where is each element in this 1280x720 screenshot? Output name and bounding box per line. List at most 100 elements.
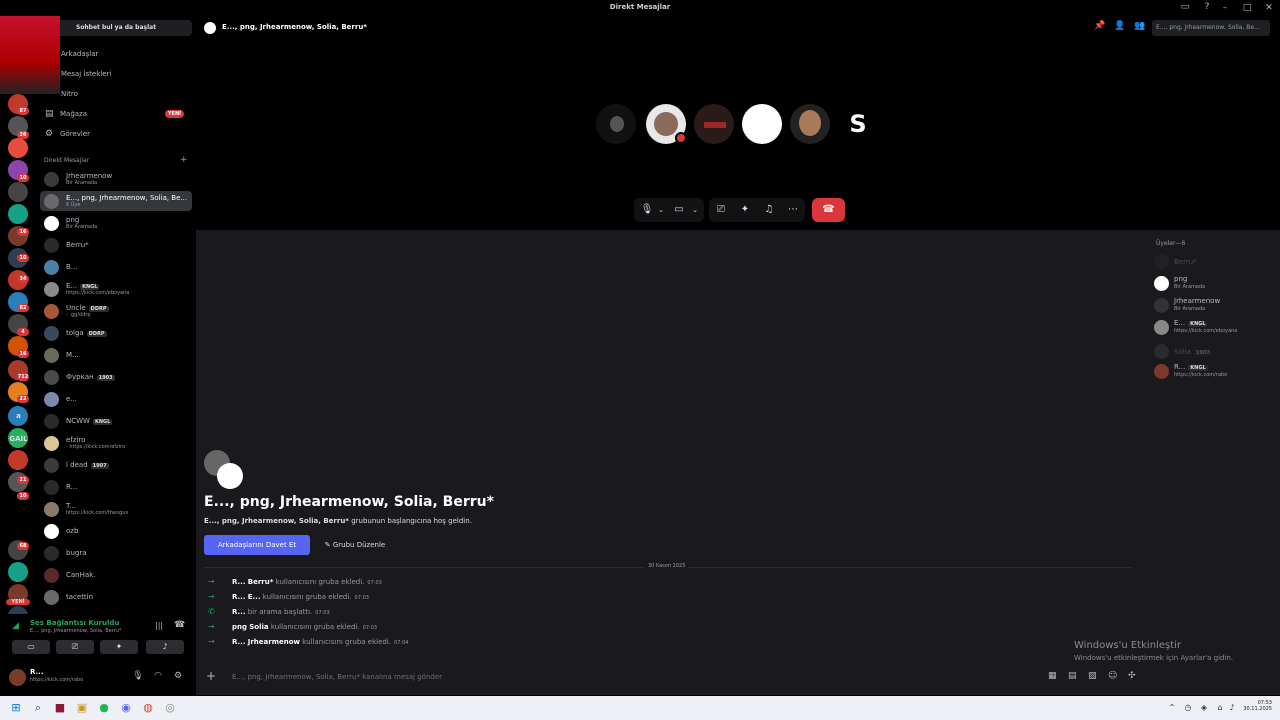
member-list-icon[interactable]: 👥 — [1134, 21, 1145, 31]
user-name[interactable]: R... — [30, 668, 44, 676]
member-item[interactable]: Solia 1907 — [1154, 342, 1278, 362]
nav-mail[interactable]: ✉Mesaj İstekleri — [40, 65, 192, 83]
actor-name[interactable]: R... — [232, 638, 246, 646]
dm-item[interactable]: Фуркан 1903 — [40, 367, 192, 387]
gift-icon[interactable]: ▦ — [1048, 671, 1057, 681]
dm-item[interactable]: M... — [40, 345, 192, 365]
dm-item[interactable]: tacettin — [40, 587, 192, 607]
server-icon[interactable] — [8, 450, 28, 470]
target-name[interactable]: Jrhearmenow — [248, 638, 300, 646]
member-item[interactable]: Jrhearmenow Bir Aramada — [1154, 296, 1278, 316]
sticker-icon[interactable]: ▧ — [1088, 671, 1097, 681]
server-label[interactable]: YENİ — [6, 599, 30, 605]
app-icon[interactable]: ◎ — [162, 700, 178, 716]
dm-item[interactable]: Berru* — [40, 235, 192, 255]
actor-name[interactable]: R... — [232, 578, 246, 586]
apps-icon[interactable]: ✣ — [1128, 671, 1136, 681]
call-avatar[interactable] — [742, 104, 782, 144]
close-button[interactable]: ✕ — [1258, 1, 1280, 15]
tray-icon[interactable]: ◈ — [1196, 700, 1212, 716]
add-member-icon[interactable]: 👤 — [1114, 21, 1125, 31]
edit-group-button[interactable]: ✎ Grubu Düzenle — [316, 535, 394, 555]
disconnect-icon[interactable]: ☎ — [174, 620, 185, 630]
dm-item[interactable]: Jrhearmenow Bir Aramada — [40, 169, 192, 189]
call-avatar[interactable] — [790, 104, 830, 144]
maximize-button[interactable]: □ — [1236, 1, 1258, 15]
folder-icon[interactable]: ▣ — [74, 700, 90, 716]
nav-shop[interactable]: ▤ Mağaza YENİ — [40, 105, 192, 123]
find-conversation-button[interactable]: Sohbet bul ya da başlat — [40, 20, 192, 36]
dm-item[interactable]: ozb — [40, 521, 192, 541]
nav-friends[interactable]: ☺Arkadaşlar — [40, 45, 192, 63]
inbox-icon[interactable]: ▭ — [1178, 2, 1192, 14]
app-icon[interactable]: ■ — [52, 700, 68, 716]
nav-nitro[interactable]: ◈Nitro — [40, 85, 192, 103]
dm-item[interactable]: png Bir Aramada — [40, 213, 192, 233]
member-item[interactable]: R... KNGL https://kick.com/rabo — [1154, 362, 1278, 382]
nav-quests[interactable]: ⚙ Görevler — [40, 125, 192, 143]
mic-icon[interactable]: 🎙 — [131, 671, 145, 685]
activity-button[interactable]: ✦ — [100, 640, 138, 654]
member-item[interactable]: E... KNGL https://kick.com/eboyana — [1154, 318, 1278, 338]
clock[interactable]: 07:53 30.11.2025 — [1232, 700, 1272, 712]
dm-item[interactable]: E... KNGL https://kick.com/eboyana — [40, 279, 192, 299]
browser-icon[interactable]: ◍ — [140, 700, 156, 716]
discord-icon[interactable]: ◉ — [118, 700, 134, 716]
call-avatar[interactable] — [694, 104, 734, 144]
noise-icon[interactable]: ||| — [155, 621, 163, 630]
camera-button[interactable]: ▭ — [12, 640, 50, 654]
target-name[interactable]: E... — [248, 593, 261, 601]
activity-icon[interactable]: ✦ — [734, 198, 756, 222]
help-icon[interactable]: ? — [1200, 2, 1214, 14]
call-avatar-letter[interactable]: S — [838, 104, 878, 144]
dm-item[interactable]: tolga DDRP — [40, 323, 192, 343]
gif-icon[interactable]: ▤ — [1068, 671, 1077, 681]
actor-name[interactable]: png — [232, 623, 247, 631]
target-name[interactable]: Solia — [249, 623, 268, 631]
screen-share-icon[interactable]: ⎚ — [710, 198, 732, 222]
actor-name[interactable]: R... — [232, 608, 246, 616]
server-label[interactable]: GAİL — [0, 435, 37, 443]
dm-item[interactable]: T... https://kick.com/theogux — [40, 499, 192, 519]
hang-up-button[interactable]: ☎ — [812, 198, 845, 222]
tray-chevron-icon[interactable]: ⌃ — [1164, 700, 1180, 716]
screen-share-button[interactable]: ⎚ — [56, 640, 94, 654]
call-avatar[interactable] — [596, 104, 636, 144]
attach-icon[interactable]: + — [206, 669, 216, 683]
voice-status[interactable]: Ses Bağlantısı Kuruldu — [30, 619, 119, 627]
dm-item[interactable]: e... — [40, 389, 192, 409]
spotify-icon[interactable]: ● — [96, 700, 112, 716]
dm-item[interactable]: E..., png, Jrhearmenow, Solia, Be... 6 Üy… — [40, 191, 192, 211]
target-name[interactable]: Berru* — [248, 578, 274, 586]
headphones-icon[interactable]: ◠ — [151, 671, 165, 685]
pin-icon[interactable]: 📌 — [1094, 21, 1105, 31]
soundboard-button[interactable]: ♪ — [146, 640, 184, 654]
more-icon[interactable]: ⋯ — [782, 198, 804, 222]
dm-item[interactable]: l dead 1907 — [40, 455, 192, 475]
dm-item[interactable]: efziro - https://kick.com/efziro — [40, 433, 192, 453]
server-label[interactable]: a — [0, 412, 37, 420]
minimize-button[interactable]: – — [1214, 1, 1236, 15]
search-icon[interactable]: ⌕ — [30, 700, 46, 716]
search-input[interactable]: E..., png, Jrhearmenow, Solia, Be... — [1152, 20, 1270, 36]
server-icon[interactable] — [8, 182, 28, 202]
invite-friends-button[interactable]: Arkadaşlarını Davet Et — [204, 535, 310, 555]
dm-item[interactable]: bugra — [40, 543, 192, 563]
tray-icon[interactable]: ◷ — [1180, 700, 1196, 716]
user-avatar[interactable] — [9, 669, 26, 686]
soundboard-icon[interactable]: ♫ — [758, 198, 780, 222]
dm-item[interactable]: B... — [40, 257, 192, 277]
message-input[interactable]: + E..., png, Jrhearmenow, Solia, Berru* … — [200, 666, 1138, 688]
member-item[interactable]: Berru* — [1154, 252, 1278, 272]
dm-item[interactable]: R... — [40, 477, 192, 497]
settings-icon[interactable]: ⚙ — [171, 671, 185, 685]
dm-item[interactable]: Uncle DDRP - .gg/ddrp — [40, 301, 192, 321]
actor-name[interactable]: R... — [232, 593, 246, 601]
emoji-icon[interactable]: ☺ — [1108, 671, 1117, 681]
dm-item[interactable]: NCWW KNGL — [40, 411, 192, 431]
member-item[interactable]: png Bir Aramada — [1154, 274, 1278, 294]
server-icon[interactable] — [8, 138, 28, 158]
dm-item[interactable]: CanHak. — [40, 565, 192, 585]
start-icon[interactable]: ⊞ — [8, 700, 24, 716]
chevron-down-icon[interactable]: ⌄ — [684, 198, 706, 222]
